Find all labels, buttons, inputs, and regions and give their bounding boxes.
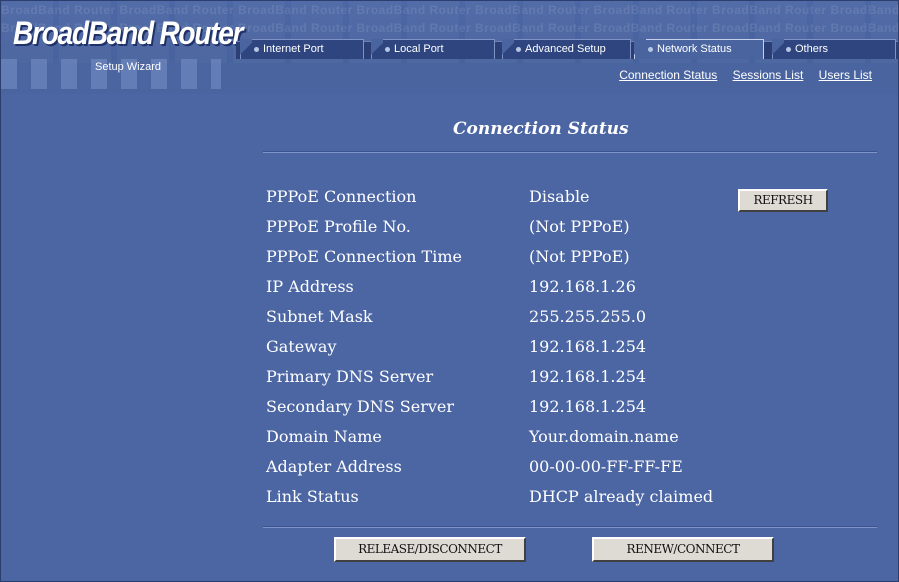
bullet-icon <box>254 47 259 52</box>
divider <box>263 151 877 153</box>
status-row-primary-dns: Primary DNS Server 192.168.1.254 <box>266 367 866 397</box>
status-row-adapter-address: Adapter Address 00-00-00-FF-FF-FE <box>266 457 866 487</box>
link-users-list[interactable]: Users List <box>819 68 872 82</box>
tab-local-port[interactable]: Local Port <box>371 39 495 59</box>
divider <box>263 526 877 528</box>
status-row-subnet-mask: Subnet Mask 255.255.255.0 <box>266 307 866 337</box>
status-value: Your.domain.name <box>529 427 679 446</box>
status-value: 192.168.1.254 <box>529 367 647 386</box>
status-row-pppoe-profile: PPPoE Profile No. (Not PPPoE) <box>266 217 866 247</box>
status-value: Disable <box>529 187 590 206</box>
link-connection-status[interactable]: Connection Status <box>619 68 717 82</box>
header: BroadBand Router BroadBand Router BroadB… <box>1 1 898 94</box>
bullet-icon <box>385 47 390 52</box>
status-label: Domain Name <box>266 427 382 446</box>
refresh-button[interactable]: REFRESH <box>738 189 828 212</box>
tab-network-status[interactable]: Network Status <box>634 39 764 59</box>
status-row-secondary-dns: Secondary DNS Server 192.168.1.254 <box>266 397 866 427</box>
tab-advanced-setup[interactable]: Advanced Setup <box>502 39 631 59</box>
status-value: (Not PPPoE) <box>529 217 630 236</box>
tab-label: Advanced Setup <box>525 43 606 55</box>
link-sessions-list[interactable]: Sessions List <box>733 68 804 82</box>
tab-others[interactable]: Others <box>772 39 896 59</box>
status-label: PPPoE Connection Time <box>266 247 462 266</box>
bullet-icon <box>648 47 653 52</box>
status-label: Subnet Mask <box>266 307 373 326</box>
status-label: PPPoE Profile No. <box>266 217 411 236</box>
status-value: (Not PPPoE) <box>529 247 630 266</box>
status-label: Link Status <box>266 487 359 506</box>
status-value: 192.168.1.254 <box>529 337 647 356</box>
tab-label: Internet Port <box>263 43 324 55</box>
status-row-ip-address: IP Address 192.168.1.26 <box>266 277 866 307</box>
logo: BroadBand Router <box>13 15 244 51</box>
status-value: DHCP already claimed <box>529 487 714 506</box>
renew-connect-button[interactable]: RENEW/CONNECT <box>592 537 774 562</box>
status-label: PPPoE Connection <box>266 187 417 206</box>
status-value: 00-00-00-FF-FF-FE <box>529 457 683 476</box>
status-row-pppoe-time: PPPoE Connection Time (Not PPPoE) <box>266 247 866 277</box>
status-label: Primary DNS Server <box>266 367 434 386</box>
status-row-link-status: Link Status DHCP already claimed <box>266 487 866 517</box>
status-row-domain-name: Domain Name Your.domain.name <box>266 427 866 457</box>
status-label: Adapter Address <box>266 457 402 476</box>
tab-label: Network Status <box>657 43 732 55</box>
sub-navigation: Connection Status Sessions List Users Li… <box>607 68 872 82</box>
status-value: 255.255.255.0 <box>529 307 647 326</box>
status-label: Secondary DNS Server <box>266 397 454 416</box>
status-label: Gateway <box>266 337 337 356</box>
tab-label: Others <box>795 43 829 55</box>
tab-label: Local Port <box>394 43 444 55</box>
bullet-icon <box>516 47 521 52</box>
release-disconnect-button[interactable]: RELEASE/DISCONNECT <box>334 537 526 562</box>
setup-wizard-link[interactable]: Setup Wizard <box>95 61 161 73</box>
status-label: IP Address <box>266 277 354 296</box>
status-value: 192.168.1.254 <box>529 397 647 416</box>
tab-internet-port[interactable]: Internet Port <box>240 39 364 59</box>
bullet-icon <box>786 47 791 52</box>
page-title: Connection Status <box>453 119 629 139</box>
status-value: 192.168.1.26 <box>529 277 636 296</box>
router-page: BroadBand Router BroadBand Router BroadB… <box>0 0 899 582</box>
status-row-gateway: Gateway 192.168.1.254 <box>266 337 866 367</box>
